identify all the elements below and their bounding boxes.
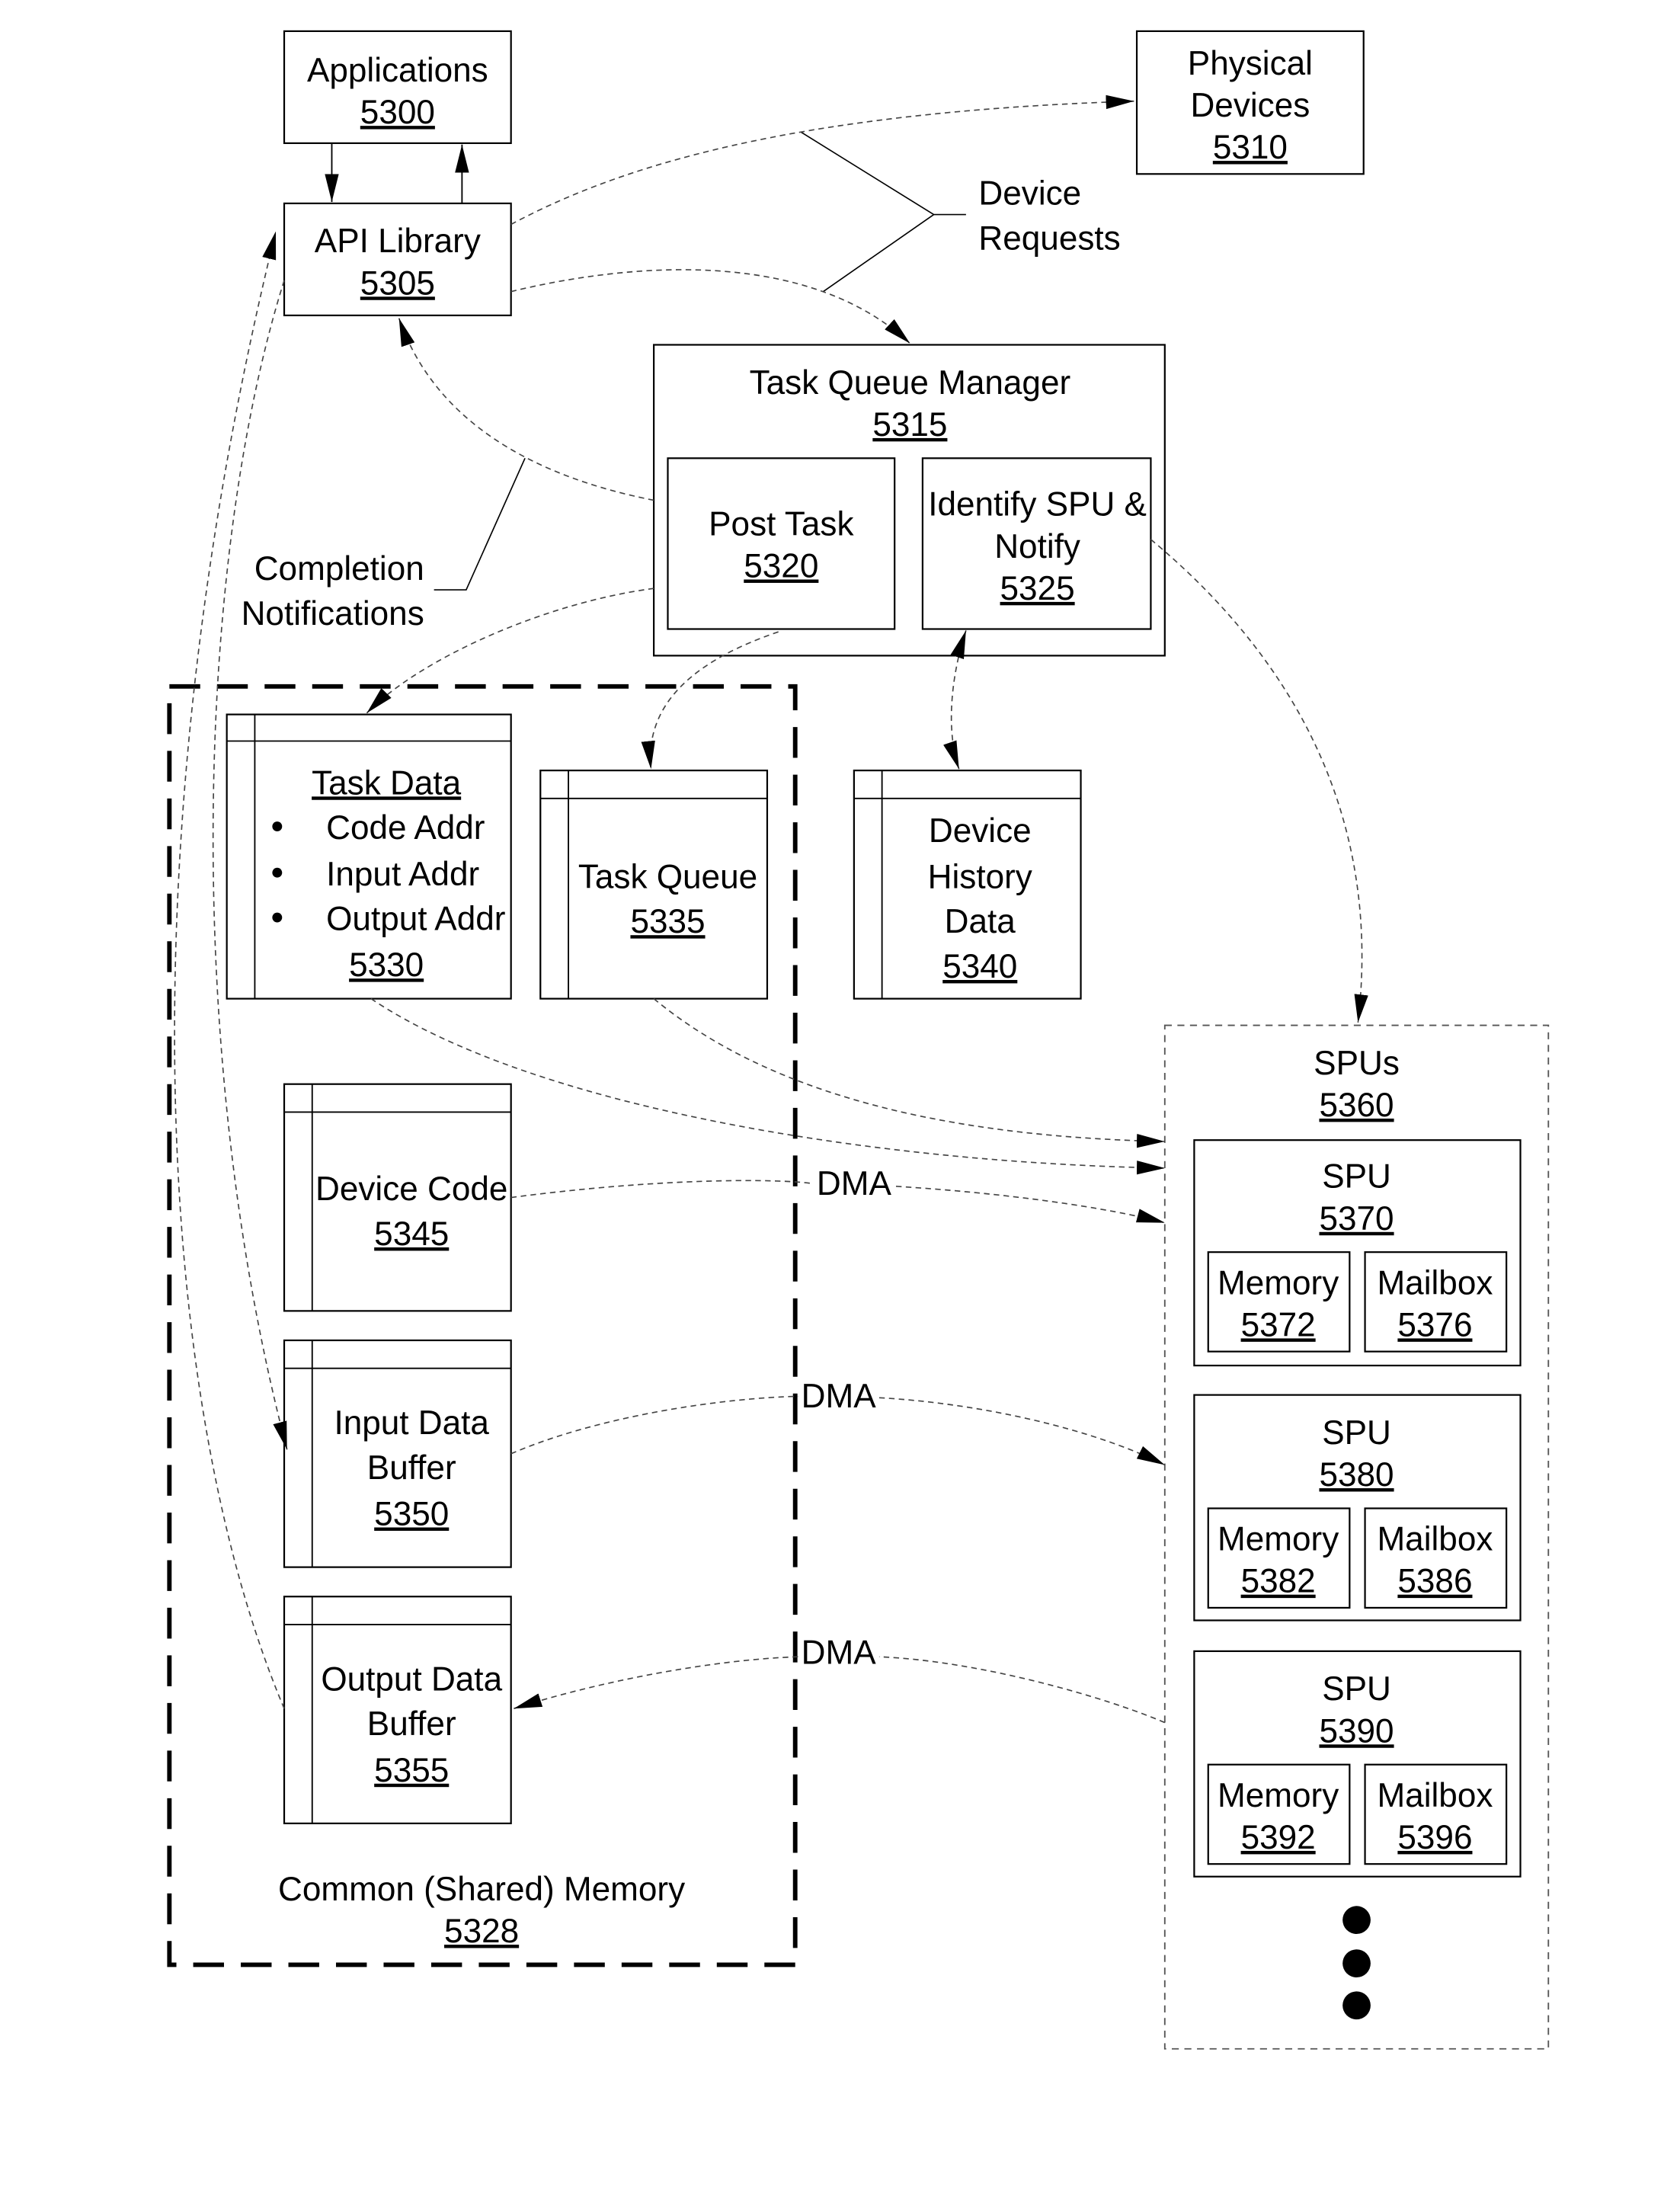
spu-ref: 5380 xyxy=(1319,1456,1394,1494)
spu-label: SPU xyxy=(1322,1670,1391,1708)
task-data-item: Output Addr xyxy=(326,901,505,938)
completion-notifications-leader xyxy=(434,457,526,591)
bullet-icon xyxy=(272,867,283,878)
spu-node: SPU 5380 Memory 5382 Mailbox 5386 xyxy=(1193,1394,1522,1622)
spus-container: SPUs 5360 SPU 5370 Memory 5372 Mailbox 5… xyxy=(1163,1024,1550,2050)
device-code-label: Device Code xyxy=(315,1170,507,1208)
device-history-label-line3: Data xyxy=(945,903,1016,940)
completion-notifications-annotation: Completion Notifications xyxy=(242,457,526,632)
spu-ref: 5390 xyxy=(1319,1712,1394,1750)
output-buffer-store: Output Data Buffer 5355 xyxy=(283,1596,512,1824)
task-data-item: Code Addr xyxy=(326,809,485,847)
bullet-icon xyxy=(272,821,283,832)
api-to-task-queue-manager-arrow xyxy=(510,269,910,344)
task-data-title: Task Data xyxy=(312,764,462,802)
device-history-ref: 5340 xyxy=(942,948,1017,985)
device-history-label-line1: Device xyxy=(929,812,1032,850)
device-requests-leader xyxy=(800,131,966,293)
physical-devices-node: Physical Devices 5310 xyxy=(1135,30,1365,175)
common-memory-ref: 5328 xyxy=(444,1913,519,1950)
spu-ref: 5370 xyxy=(1319,1200,1394,1237)
physical-devices-label-line2: Devices xyxy=(1190,87,1310,124)
spu-node: SPU 5390 Memory 5392 Mailbox 5396 xyxy=(1193,1650,1522,1878)
spu-node: SPU 5370 Memory 5372 Mailbox 5376 xyxy=(1193,1139,1522,1367)
identify-spu-to-spus-arrow xyxy=(1150,539,1368,1023)
spu-memory-ref: 5372 xyxy=(1241,1306,1316,1343)
identify-spu-ref: 5325 xyxy=(1000,570,1075,607)
applications-ref: 5300 xyxy=(360,94,435,131)
output-buffer-ref: 5355 xyxy=(374,1752,449,1789)
task-data-store: Task Data Code Addr Input Addr Output Ad… xyxy=(226,713,512,1000)
device-requests-line2: Requests xyxy=(978,220,1120,258)
task-data-ref: 5330 xyxy=(349,946,424,984)
applications-label: Applications xyxy=(307,52,488,89)
input-buffer-ref: 5350 xyxy=(374,1496,449,1533)
spu-label: SPU xyxy=(1322,1414,1391,1452)
device-code-store: Device Code 5345 xyxy=(283,1083,512,1312)
device-code-ref: 5345 xyxy=(374,1215,449,1253)
task-queue-manager-label: Task Queue Manager xyxy=(750,364,1071,402)
spu-memory-label: Memory xyxy=(1218,1521,1339,1558)
ellipsis-dot-icon xyxy=(1342,1949,1371,1978)
device-requests-line1: Device xyxy=(978,175,1081,213)
output-buffer-label-line2: Buffer xyxy=(367,1705,456,1743)
spu-mailbox-ref: 5386 xyxy=(1397,1563,1472,1600)
task-data-item: Input Addr xyxy=(326,856,479,893)
api-library-ref: 5305 xyxy=(360,264,435,302)
spu-memory-label: Memory xyxy=(1218,1264,1339,1302)
completion-notifications-line2: Notifications xyxy=(242,595,424,632)
input-buffer-store: Input Data Buffer 5350 xyxy=(283,1339,512,1568)
identify-spu-label-line1: Identify SPU & xyxy=(928,486,1147,523)
dma-label: DMA xyxy=(802,1634,877,1671)
spu-mailbox-ref: 5396 xyxy=(1397,1819,1472,1856)
completion-to-api-arrow xyxy=(398,318,654,501)
api-library-node: API Library 5305 xyxy=(283,202,512,317)
identify-spu-label-line2: Notify xyxy=(994,528,1080,565)
spus-ref: 5360 xyxy=(1319,1087,1394,1124)
spu-label: SPU xyxy=(1322,1158,1391,1196)
spu-memory-ref: 5392 xyxy=(1241,1819,1316,1856)
output-buffer-label-line1: Output Data xyxy=(321,1660,502,1698)
dma-label: DMA xyxy=(817,1165,892,1202)
spu-memory-ref: 5382 xyxy=(1241,1563,1316,1600)
post-task-ref: 5320 xyxy=(744,548,818,585)
bullet-icon xyxy=(272,912,283,923)
device-history-store: Device History Data 5340 xyxy=(853,769,1082,1000)
task-queue-label: Task Queue xyxy=(578,858,757,895)
device-requests-annotation: Device Requests xyxy=(800,131,1121,293)
post-task-label: Post Task xyxy=(709,505,854,543)
input-buffer-label-line2: Buffer xyxy=(367,1449,456,1487)
dma-label: DMA xyxy=(802,1378,877,1415)
completion-notifications-line1: Completion xyxy=(254,550,424,588)
spu-mailbox-label: Mailbox xyxy=(1377,1264,1493,1302)
system-architecture-diagram: Applications 5300 API Library 5305 Physi… xyxy=(167,30,1550,2050)
task-queue-manager-node: Task Queue Manager 5315 Post Task 5320 I… xyxy=(653,344,1166,657)
common-memory-label: Common (Shared) Memory xyxy=(278,1871,685,1908)
applications-node: Applications 5300 xyxy=(283,30,512,144)
post-task-box xyxy=(667,457,896,630)
api-library-label: API Library xyxy=(315,223,481,260)
ellipsis-dot-icon xyxy=(1342,1991,1371,2020)
task-queue-store: Task Queue 5335 xyxy=(539,769,769,1000)
physical-devices-ref: 5310 xyxy=(1213,129,1288,166)
task-queue-to-spus-arrow xyxy=(653,997,1165,1148)
spu-mailbox-label: Mailbox xyxy=(1377,1521,1493,1558)
task-queue-ref: 5335 xyxy=(630,903,705,940)
spu-mailbox-ref: 5376 xyxy=(1397,1306,1472,1343)
task-queue-manager-ref: 5315 xyxy=(872,406,947,443)
spu-memory-label: Memory xyxy=(1218,1777,1339,1814)
spu-mailbox-label: Mailbox xyxy=(1377,1777,1493,1814)
ellipsis-dot-icon xyxy=(1342,1906,1371,1935)
input-buffer-label-line1: Input Data xyxy=(334,1404,489,1442)
spus-label: SPUs xyxy=(1314,1045,1400,1082)
physical-devices-label-line1: Physical xyxy=(1188,45,1313,82)
device-history-label-line2: History xyxy=(928,858,1032,895)
